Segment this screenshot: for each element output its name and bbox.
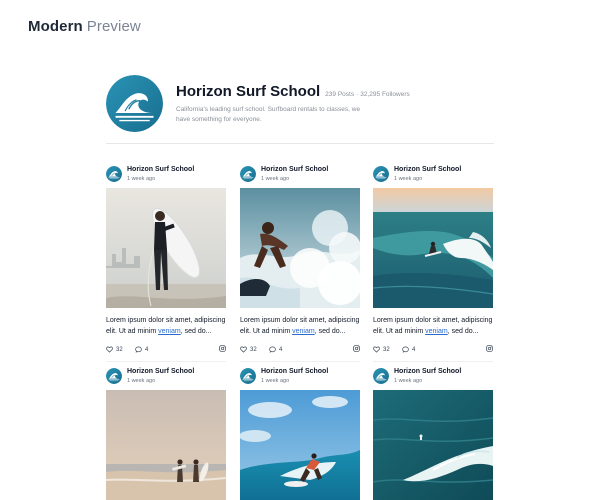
caption-link[interactable]: veniam xyxy=(158,328,181,335)
post-author[interactable]: Horizon Surf School xyxy=(127,368,194,375)
post-time: 1 week ago xyxy=(394,378,423,384)
post-author[interactable]: Horizon Surf School xyxy=(127,166,194,173)
like-button[interactable]: 32 xyxy=(106,346,123,353)
post-avatar[interactable] xyxy=(240,368,256,384)
comment-icon xyxy=(402,346,409,353)
post-time: 1 week ago xyxy=(127,176,156,182)
post-header: Horizon Surf School 1 week ago xyxy=(373,164,493,186)
likes-count: 32 xyxy=(250,346,257,353)
post-avatar[interactable] xyxy=(373,166,389,182)
likes-count: 32 xyxy=(116,346,123,353)
followers-count: 32,295 Followers xyxy=(360,91,410,98)
page-title-bold: Modern xyxy=(28,18,83,35)
post-avatar[interactable] xyxy=(373,368,389,384)
likes-count: 32 xyxy=(383,346,390,353)
header-divider xyxy=(106,143,494,144)
post-footer: 32 4 xyxy=(373,345,493,362)
post-footer: 32 4 xyxy=(106,345,226,362)
heart-icon xyxy=(240,346,247,353)
post-footer: 32 4 xyxy=(240,345,360,362)
page-title: Modern Preview xyxy=(28,18,141,35)
post-caption: Lorem ipsum dolor sit amet, adipiscing e… xyxy=(240,317,360,335)
like-button[interactable]: 32 xyxy=(240,346,257,353)
post-author[interactable]: Horizon Surf School xyxy=(394,368,461,375)
like-button[interactable]: 32 xyxy=(373,346,390,353)
post-card[interactable]: Horizon Surf School 1 week ago xyxy=(240,366,360,500)
post-avatar[interactable] xyxy=(106,166,122,182)
caption-link[interactable]: veniam xyxy=(292,328,315,335)
heart-icon xyxy=(373,346,380,353)
card-divider xyxy=(240,361,360,362)
post-photo xyxy=(106,188,226,308)
post-time: 1 week ago xyxy=(261,378,290,384)
post-header: Horizon Surf School 1 week ago xyxy=(240,164,360,186)
post-photo xyxy=(240,390,360,500)
post-author[interactable]: Horizon Surf School xyxy=(394,166,461,173)
comment-button[interactable]: 4 xyxy=(402,346,415,353)
post-author[interactable]: Horizon Surf School xyxy=(261,166,328,173)
post-caption: Lorem ipsum dolor sit amet, adipiscing e… xyxy=(106,317,226,335)
heart-icon xyxy=(106,346,113,353)
post-header: Horizon Surf School 1 week ago xyxy=(240,366,360,388)
profile-name[interactable]: Horizon Surf School xyxy=(176,83,320,100)
post-photo xyxy=(106,390,226,500)
post-caption: Lorem ipsum dolor sit amet, adipiscing e… xyxy=(373,317,493,335)
preview-frame: Modern Preview Horizon Surf School 239 Po… xyxy=(0,0,600,500)
wave-logo-icon xyxy=(106,368,122,384)
post-image[interactable] xyxy=(106,390,226,500)
post-card[interactable]: Horizon Surf School 1 week ago xyxy=(240,164,360,362)
card-divider xyxy=(373,361,493,362)
post-photo xyxy=(240,188,360,308)
post-image[interactable] xyxy=(373,188,493,308)
post-avatar[interactable] xyxy=(106,368,122,384)
profile-bio: California's leading surf school. Surfbo… xyxy=(176,106,361,123)
post-time: 1 week ago xyxy=(127,378,156,384)
post-avatar[interactable] xyxy=(240,166,256,182)
profile-header: Horizon Surf School 239 Posts · 32,295 Fol… xyxy=(106,75,494,143)
post-time: 1 week ago xyxy=(394,176,423,182)
post-header: Horizon Surf School 1 week ago xyxy=(106,164,226,186)
wave-logo-icon xyxy=(106,75,163,132)
comments-count: 4 xyxy=(145,346,149,353)
wave-logo-icon xyxy=(373,166,389,182)
comment-button[interactable]: 4 xyxy=(135,346,148,353)
instagram-icon[interactable] xyxy=(486,345,493,352)
profile-avatar[interactable] xyxy=(106,75,163,132)
post-time: 1 week ago xyxy=(261,176,290,182)
post-card[interactable]: Horizon Surf School 1 week ago Lorem ips… xyxy=(373,164,493,362)
post-image[interactable] xyxy=(373,390,493,500)
profile-info: Horizon Surf School 239 Posts · 32,295 Fol… xyxy=(176,83,496,125)
post-image[interactable] xyxy=(240,390,360,500)
post-card[interactable]: Horizon Surf School 1 week ago xyxy=(373,366,493,500)
comment-button[interactable]: 4 xyxy=(269,346,282,353)
comment-icon xyxy=(135,346,142,353)
wave-logo-icon xyxy=(373,368,389,384)
instagram-icon[interactable] xyxy=(353,345,360,352)
comments-count: 4 xyxy=(412,346,416,353)
card-divider xyxy=(106,361,226,362)
wave-logo-icon xyxy=(106,166,122,182)
caption-link[interactable]: veniam xyxy=(425,328,448,335)
post-image[interactable] xyxy=(240,188,360,308)
page-title-light: Preview xyxy=(86,18,141,35)
post-card[interactable]: Horizon Surf School 1 week ago Lorem ips… xyxy=(106,164,226,362)
post-photo xyxy=(373,390,493,500)
post-image[interactable] xyxy=(106,188,226,308)
post-author[interactable]: Horizon Surf School xyxy=(261,368,328,375)
posts-count: 239 Posts xyxy=(325,91,355,98)
wave-logo-icon xyxy=(240,368,256,384)
post-card[interactable]: Horizon Surf School 1 week ago xyxy=(106,366,226,500)
comment-icon xyxy=(269,346,276,353)
post-photo xyxy=(373,188,493,308)
instagram-icon[interactable] xyxy=(219,345,226,352)
wave-logo-icon xyxy=(240,166,256,182)
comments-count: 4 xyxy=(279,346,283,353)
post-header: Horizon Surf School 1 week ago xyxy=(106,366,226,388)
post-header: Horizon Surf School 1 week ago xyxy=(373,366,493,388)
profile-stats: 239 Posts · 32,295 Followers xyxy=(325,91,410,98)
